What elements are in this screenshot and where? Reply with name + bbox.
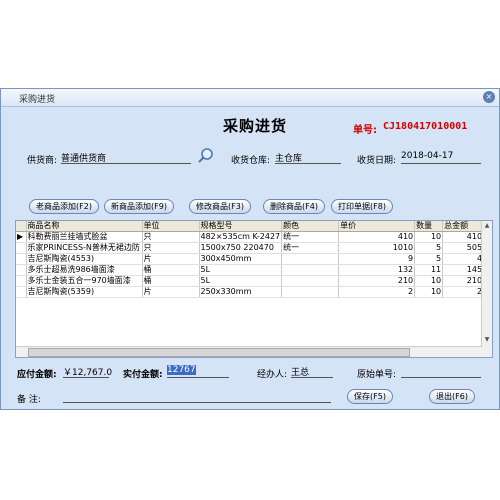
cell-spec[interactable]: 482×535cm K-2427 <box>199 231 283 243</box>
col-header-qty[interactable]: 数量 <box>414 221 444 232</box>
cell-qty[interactable]: 5 <box>414 253 444 265</box>
order-number: CJ180417010001 <box>383 121 468 132</box>
table-row[interactable]: 吉尼斯陶瓷(5359) 片 250x330mm 2 10 20 <box>16 286 490 298</box>
warehouse-label: 收货仓库: <box>231 156 271 166</box>
cell-color[interactable] <box>281 275 340 287</box>
save-button[interactable]: 保存(F5) <box>347 389 393 404</box>
paid-value: 12767 <box>167 365 196 375</box>
cell-unit[interactable]: 片 <box>142 286 200 298</box>
scroll-down-icon[interactable]: ▼ <box>483 336 491 345</box>
cell-price[interactable]: 2 <box>338 286 416 298</box>
search-icon[interactable] <box>197 147 215 165</box>
cell-spec[interactable]: 250x330mm <box>199 286 283 298</box>
cell-spec[interactable]: 300x450mm <box>199 253 283 265</box>
cell-name[interactable]: 吉尼斯陶瓷(5359) <box>26 286 143 298</box>
cell-unit[interactable]: 只 <box>142 242 200 254</box>
cell-spec[interactable]: 1500x750 220470 <box>199 242 283 254</box>
payable-label: 应付金额: <box>17 370 57 380</box>
date-field[interactable]: 2018-04-17 <box>401 151 481 164</box>
order-number-label: 单号: <box>353 125 377 136</box>
horizontal-scrollbar[interactable] <box>16 346 482 357</box>
col-header-name[interactable]: 商品名称 <box>26 221 143 232</box>
print-button[interactable]: 打印单据(F8) <box>331 199 393 214</box>
col-header-color[interactable]: 颜色 <box>281 221 340 232</box>
cell-color[interactable] <box>281 286 340 298</box>
cell-color[interactable] <box>281 253 340 265</box>
paid-label: 实付金额: <box>123 370 163 380</box>
handler-field[interactable]: 王总 <box>291 365 333 378</box>
col-header-unit[interactable]: 单位 <box>142 221 200 232</box>
cell-color[interactable]: 统一 <box>281 231 340 243</box>
scroll-thumb[interactable] <box>28 348 410 357</box>
original-order-field[interactable] <box>401 365 481 378</box>
cell-price[interactable]: 210 <box>338 275 416 287</box>
close-icon[interactable]: × <box>483 91 495 103</box>
cell-qty[interactable]: 11 <box>414 264 444 276</box>
table-row[interactable]: 多乐士金装五合一970墙面漆 桶 5L 210 10 2100 <box>16 275 490 287</box>
table-header: 商品名称 单位 规格型号 颜色 单价 数量 总金额 <box>16 221 490 232</box>
edit-product-button[interactable]: 修改商品(F3) <box>189 199 251 214</box>
cell-unit[interactable]: 桶 <box>142 275 200 287</box>
cell-name[interactable]: 吉尼斯陶瓷(4553) <box>26 253 143 265</box>
product-table: 商品名称 单位 规格型号 颜色 单价 数量 总金额 ▶ 科勒费丽兰挂墙式脸盆 只… <box>15 220 493 358</box>
col-header-price[interactable]: 单价 <box>338 221 416 232</box>
warehouse-field[interactable]: 主仓库 <box>275 151 341 164</box>
cell-spec[interactable]: 5L <box>199 275 283 287</box>
title-bar: 采购进货 × <box>1 89 499 107</box>
table-row[interactable]: 乐家PRINCESS-N普林无裙边防 只 1500x750 220470 统一 … <box>16 242 490 254</box>
page-title: 采购进货 <box>223 117 288 135</box>
row-pointer-icon: ▶ <box>16 231 27 243</box>
table-row[interactable]: 吉尼斯陶瓷(4553) 片 300x450mm 9 5 45 <box>16 253 490 265</box>
cell-price[interactable]: 1010 <box>338 242 416 254</box>
cell-qty[interactable]: 5 <box>414 242 444 254</box>
paid-field[interactable]: 12767 <box>167 365 229 378</box>
old-product-add-button[interactable]: 老商品添加(F2) <box>29 199 99 214</box>
cell-color[interactable] <box>281 264 340 276</box>
vertical-scrollbar[interactable]: ▲ ▼ <box>481 221 492 357</box>
cell-name[interactable]: 乐家PRINCESS-N普林无裙边防 <box>26 242 143 254</box>
original-order-label: 原始单号: <box>357 370 397 380</box>
date-label: 收货日期: <box>357 156 397 166</box>
cell-color[interactable]: 统一 <box>281 242 340 254</box>
cell-unit[interactable]: 只 <box>142 231 200 243</box>
cell-name[interactable]: 科勒费丽兰挂墙式脸盆 <box>26 231 143 243</box>
exit-button[interactable]: 退出(F6) <box>429 389 475 404</box>
supplier-field[interactable]: 普通供货商 <box>61 151 191 164</box>
new-product-add-button[interactable]: 新商品添加(F9) <box>104 199 174 214</box>
scroll-up-icon[interactable]: ▲ <box>483 222 491 231</box>
remark-field[interactable] <box>63 390 331 403</box>
cell-name[interactable]: 多乐士超易洗986墙面漆 <box>26 264 143 276</box>
cell-price[interactable]: 132 <box>338 264 416 276</box>
handler-label: 经办人: <box>257 370 288 380</box>
cell-unit[interactable]: 桶 <box>142 264 200 276</box>
col-header-spec[interactable]: 规格型号 <box>199 221 283 232</box>
cell-unit[interactable]: 片 <box>142 253 200 265</box>
table-row[interactable]: ▶ 科勒费丽兰挂墙式脸盆 只 482×535cm K-2427 统一 410 1… <box>16 231 490 243</box>
remark-label: 备 注: <box>17 395 41 405</box>
delete-product-button[interactable]: 删除商品(F4) <box>263 199 325 214</box>
table-row[interactable]: 多乐士超易洗986墙面漆 桶 5L 132 11 1452 <box>16 264 490 276</box>
cell-qty[interactable]: 10 <box>414 231 444 243</box>
cell-price[interactable]: 410 <box>338 231 416 243</box>
cell-price[interactable]: 9 <box>338 253 416 265</box>
payable-field: ￥12,767.0 <box>63 365 112 378</box>
purchase-window: 采购进货 × 采购进货 单号: CJ180417010001 供货商: 普通供货… <box>0 88 500 410</box>
cell-qty[interactable]: 10 <box>414 286 444 298</box>
cell-name[interactable]: 多乐士金装五合一970墙面漆 <box>26 275 143 287</box>
window-title: 采购进货 <box>19 95 56 105</box>
cell-qty[interactable]: 10 <box>414 275 444 287</box>
cell-spec[interactable]: 5L <box>199 264 283 276</box>
supplier-label: 供货商: <box>27 156 58 166</box>
